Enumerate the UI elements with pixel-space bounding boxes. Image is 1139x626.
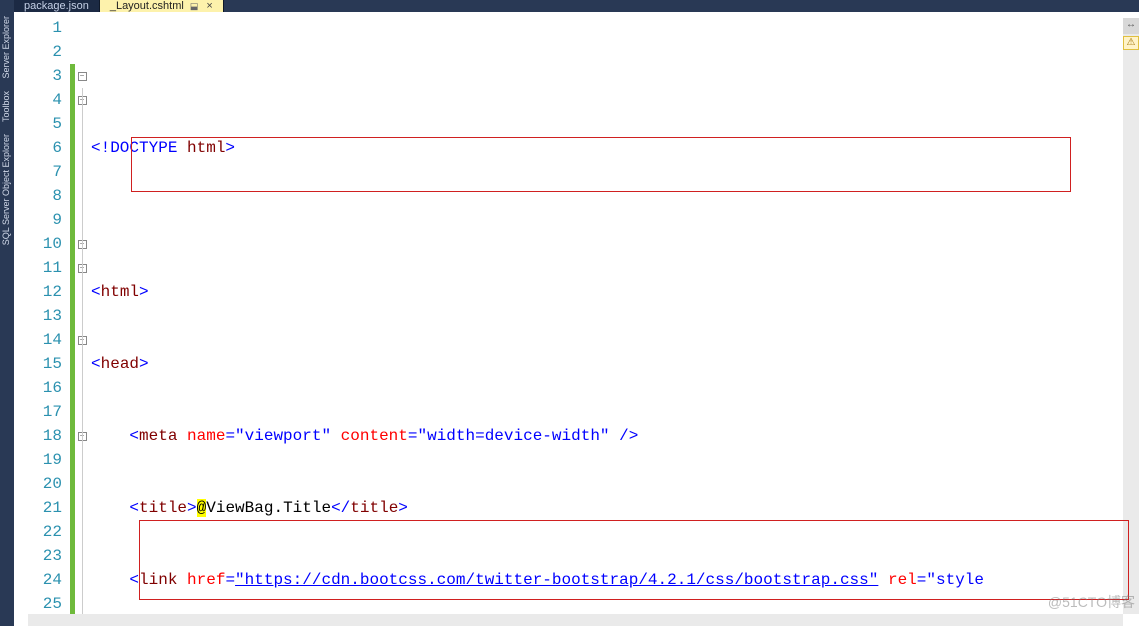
close-icon[interactable]: × — [206, 0, 212, 12]
code-line: <meta name="viewport" content="width=dev… — [89, 424, 1139, 448]
fold-toggle[interactable]: − — [78, 72, 87, 81]
warning-icon[interactable]: ⚠ — [1123, 36, 1139, 50]
side-tool-tabs: Server Explorer Toolbox SQL Server Objec… — [0, 0, 14, 626]
side-tab-toolbox[interactable]: Toolbox — [0, 85, 14, 128]
line-gutter: 1234567891011121314151617181920212223242… — [14, 12, 70, 626]
side-tab-sql-explorer[interactable]: SQL Server Object Explorer — [0, 128, 14, 251]
tab-layout-cshtml[interactable]: _Layout.cshtml ⬓ × — [100, 0, 224, 12]
code-line: <link href="https://cdn.bootcss.com/twit… — [89, 568, 1139, 592]
code-line: <head> — [89, 352, 1139, 376]
code-line: <html> — [89, 280, 1139, 304]
split-icon[interactable]: ↔ — [1123, 18, 1139, 34]
pin-icon[interactable]: ⬓ — [190, 1, 199, 12]
code-line: <!DOCTYPE html> — [89, 136, 1139, 160]
code-area[interactable]: <!DOCTYPE html> <html> <head> <meta name… — [89, 12, 1139, 626]
tab-label: _Layout.cshtml — [110, 0, 184, 12]
main-area: package.json _Layout.cshtml ⬓ × 12345678… — [14, 0, 1139, 626]
horizontal-scrollbar[interactable] — [28, 614, 1123, 626]
tab-label: package.json — [24, 0, 89, 12]
vertical-scrollbar[interactable]: ↔ ⚠ — [1123, 18, 1139, 614]
editor[interactable]: 1234567891011121314151617181920212223242… — [14, 12, 1139, 626]
tab-bar: package.json _Layout.cshtml ⬓ × — [14, 0, 1139, 12]
side-tab-server-explorer[interactable]: Server Explorer — [0, 10, 14, 85]
watermark: @51CTO博客 — [1048, 592, 1135, 612]
code-line: <title>@ViewBag.Title</title> — [89, 496, 1139, 520]
app-root: Server Explorer Toolbox SQL Server Objec… — [0, 0, 1139, 626]
fold-column: − − − − − − — [75, 12, 89, 626]
tab-package-json[interactable]: package.json — [14, 0, 100, 12]
code-line — [89, 208, 1139, 232]
